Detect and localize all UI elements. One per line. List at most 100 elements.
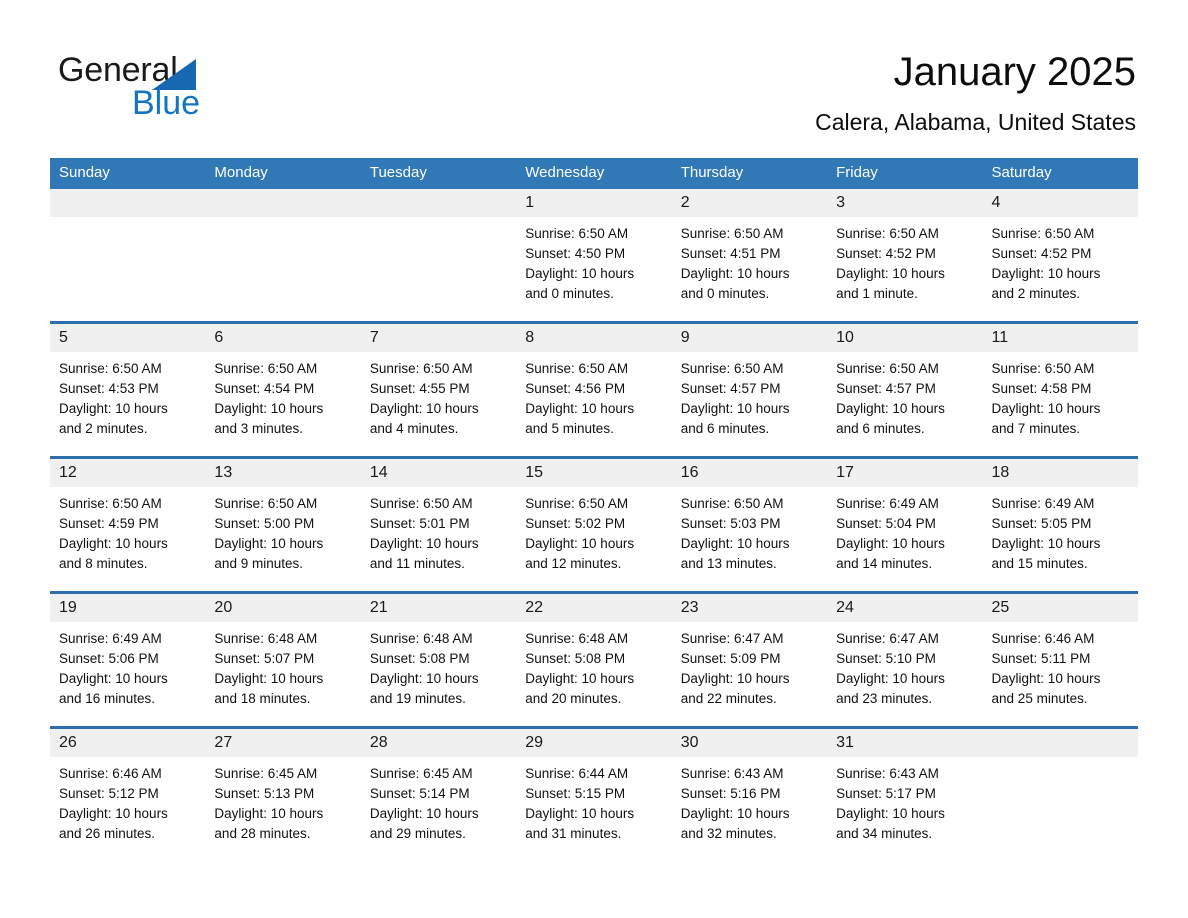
day-number: 10	[827, 324, 983, 352]
calendar-week-row: 26 Sunrise: 6:46 AM Sunset: 5:12 PM Dayligh…	[50, 726, 1138, 861]
day-cell-inner: 18 Sunrise: 6:49 AM Sunset: 5:05 PM Dayligh…	[982, 459, 1138, 591]
calendar-day-cell[interactable]: 12 Sunrise: 6:50 AM Sunset: 4:59 PM Dayligh…	[50, 456, 206, 593]
sunrise-text: Sunrise: 6:50 AM	[59, 496, 162, 511]
day-cell-details: Sunrise: 6:50 AM Sunset: 4:59 PM Daylight:…	[50, 487, 205, 574]
calendar-day-cell[interactable]: 19 Sunrise: 6:49 AM Sunset: 5:06 PM Dayligh…	[50, 591, 206, 728]
calendar-day-cell[interactable]: 1 Sunrise: 6:50 AM Sunset: 4:50 PM Daylight…	[516, 189, 672, 323]
calendar-day-cell[interactable]: 23 Sunrise: 6:47 AM Sunset: 5:09 PM Dayligh…	[671, 591, 828, 728]
calendar-day-cell-empty	[50, 189, 206, 323]
daylight-text-line1: Daylight: 10 hours	[369, 671, 479, 686]
sunrise-text: Sunrise: 6:46 AM	[991, 631, 1095, 646]
daylight-text-line2: and 1 minute.	[836, 286, 918, 301]
general-blue-logo: General Blue	[58, 50, 358, 122]
day-number: 29	[516, 729, 672, 757]
day-cell-inner	[360, 189, 517, 321]
sunrise-text: Sunrise: 6:49 AM	[59, 631, 162, 646]
daylight-text-line1: Daylight: 10 hours	[680, 806, 790, 821]
sunset-text: Sunset: 5:00 PM	[214, 516, 315, 531]
day-number: 19	[50, 594, 206, 622]
calendar-day-cell[interactable]: 29 Sunrise: 6:44 AM Sunset: 5:15 PM Dayligh…	[516, 726, 672, 861]
sunrise-text: Sunrise: 6:47 AM	[680, 631, 784, 646]
sunrise-text: Sunrise: 6:50 AM	[59, 361, 162, 376]
daylight-text-line2: and 3 minutes.	[214, 421, 303, 436]
calendar-day-cell[interactable]: 5 Sunrise: 6:50 AM Sunset: 4:53 PM Daylight…	[50, 321, 206, 458]
calendar-day-cell[interactable]: 11 Sunrise: 6:50 AM Sunset: 4:58 PM Dayligh…	[982, 321, 1138, 458]
daylight-text-line1: Daylight: 10 hours	[836, 806, 945, 821]
sunrise-text: Sunrise: 6:50 AM	[680, 361, 784, 376]
day-number: 17	[827, 459, 983, 487]
calendar-day-cell[interactable]: 27 Sunrise: 6:45 AM Sunset: 5:13 PM Dayligh…	[205, 726, 361, 861]
calendar-day-cell[interactable]: 17 Sunrise: 6:49 AM Sunset: 5:04 PM Dayligh…	[827, 456, 983, 593]
day-number: 5	[50, 324, 206, 352]
daylight-text-line2: and 9 minutes.	[214, 556, 303, 571]
sunrise-text: Sunrise: 6:50 AM	[214, 361, 318, 376]
day-cell-details: Sunrise: 6:46 AM Sunset: 5:11 PM Daylight:…	[983, 622, 1138, 709]
calendar-day-cell[interactable]: 22 Sunrise: 6:48 AM Sunset: 5:08 PM Dayligh…	[516, 591, 672, 728]
calendar-day-cell[interactable]: 4 Sunrise: 6:50 AM Sunset: 4:52 PM Daylight…	[982, 189, 1138, 323]
calendar-day-cell[interactable]: 21 Sunrise: 6:48 AM Sunset: 5:08 PM Dayligh…	[360, 591, 517, 728]
calendar-day-cell[interactable]: 26 Sunrise: 6:46 AM Sunset: 5:12 PM Dayligh…	[50, 726, 206, 861]
calendar-day-cell[interactable]: 15 Sunrise: 6:50 AM Sunset: 5:02 PM Dayligh…	[516, 456, 672, 593]
calendar-day-cell[interactable]: 30 Sunrise: 6:43 AM Sunset: 5:16 PM Dayligh…	[671, 726, 828, 861]
daylight-text-line1: Daylight: 10 hours	[59, 671, 168, 686]
daylight-text-line1: Daylight: 10 hours	[369, 401, 479, 416]
day-cell-details: Sunrise: 6:50 AM Sunset: 4:53 PM Daylight:…	[50, 352, 205, 439]
calendar-day-cell[interactable]: 13 Sunrise: 6:50 AM Sunset: 5:00 PM Dayligh…	[205, 456, 361, 593]
calendar-week-row: 12 Sunrise: 6:50 AM Sunset: 4:59 PM Dayligh…	[50, 456, 1138, 593]
calendar-week-row: 19 Sunrise: 6:49 AM Sunset: 5:06 PM Dayligh…	[50, 591, 1138, 728]
day-cell-details: Sunrise: 6:50 AM Sunset: 4:52 PM Daylight:…	[827, 217, 982, 304]
sunset-text: Sunset: 5:14 PM	[369, 786, 470, 801]
day-cell-inner	[50, 189, 206, 321]
sunset-text: Sunset: 4:53 PM	[59, 381, 159, 396]
sunrise-text: Sunrise: 6:47 AM	[836, 631, 939, 646]
day-cell-details	[983, 757, 1138, 764]
day-cell-details: Sunrise: 6:49 AM Sunset: 5:05 PM Daylight:…	[983, 487, 1138, 574]
day-cell-inner	[205, 189, 361, 321]
day-number: 14	[360, 459, 517, 487]
day-cell-inner: 9 Sunrise: 6:50 AM Sunset: 4:57 PM Daylight…	[671, 324, 828, 456]
calendar-day-cell[interactable]: 31 Sunrise: 6:43 AM Sunset: 5:17 PM Dayligh…	[827, 726, 983, 861]
daylight-text-line1: Daylight: 10 hours	[991, 536, 1101, 551]
calendar-day-cell[interactable]: 10 Sunrise: 6:50 AM Sunset: 4:57 PM Dayligh…	[827, 321, 983, 458]
daylight-text-line1: Daylight: 10 hours	[991, 266, 1101, 281]
calendar-day-cell[interactable]: 25 Sunrise: 6:46 AM Sunset: 5:11 PM Dayligh…	[982, 591, 1138, 728]
weekday-header-tuesday: Tuesday	[360, 158, 517, 189]
day-number: 13	[205, 459, 361, 487]
calendar-day-cell[interactable]: 8 Sunrise: 6:50 AM Sunset: 4:56 PM Daylight…	[516, 321, 672, 458]
weekday-header-saturday: Saturday	[982, 158, 1138, 189]
sunrise-text: Sunrise: 6:50 AM	[680, 496, 784, 511]
day-number: 24	[827, 594, 983, 622]
daylight-text-line2: and 6 minutes.	[836, 421, 925, 436]
day-cell-details: Sunrise: 6:50 AM Sunset: 5:03 PM Daylight:…	[672, 487, 827, 574]
day-number: 3	[827, 189, 983, 217]
calendar-day-cell[interactable]: 16 Sunrise: 6:50 AM Sunset: 5:03 PM Dayligh…	[671, 456, 828, 593]
location-subtitle: Calera, Alabama, United States	[815, 109, 1136, 135]
daylight-text-line1: Daylight: 10 hours	[59, 401, 168, 416]
day-cell-details: Sunrise: 6:47 AM Sunset: 5:10 PM Daylight:…	[827, 622, 982, 709]
sunrise-text: Sunrise: 6:50 AM	[525, 496, 629, 511]
calendar-day-cell[interactable]: 20 Sunrise: 6:48 AM Sunset: 5:07 PM Dayligh…	[205, 591, 361, 728]
calendar-day-cell[interactable]: 6 Sunrise: 6:50 AM Sunset: 4:54 PM Daylight…	[205, 321, 361, 458]
sunset-text: Sunset: 5:17 PM	[836, 786, 936, 801]
sunset-text: Sunset: 4:58 PM	[991, 381, 1092, 396]
day-cell-details: Sunrise: 6:45 AM Sunset: 5:14 PM Daylight:…	[361, 757, 516, 844]
daylight-text-line2: and 20 minutes.	[525, 691, 622, 706]
day-number: 12	[50, 459, 206, 487]
weekday-header-monday: Monday	[205, 158, 361, 189]
day-cell-inner: 24 Sunrise: 6:47 AM Sunset: 5:10 PM Dayligh…	[827, 594, 983, 726]
calendar-day-cell[interactable]: 18 Sunrise: 6:49 AM Sunset: 5:05 PM Dayligh…	[982, 456, 1138, 593]
day-cell-inner: 1 Sunrise: 6:50 AM Sunset: 4:50 PM Daylight…	[516, 189, 672, 321]
calendar-day-cell[interactable]: 24 Sunrise: 6:47 AM Sunset: 5:10 PM Dayligh…	[827, 591, 983, 728]
calendar-day-cell[interactable]: 7 Sunrise: 6:50 AM Sunset: 4:55 PM Daylight…	[360, 321, 517, 458]
weekday-header-wednesday: Wednesday	[516, 158, 672, 189]
calendar-day-cell[interactable]: 14 Sunrise: 6:50 AM Sunset: 5:01 PM Dayligh…	[360, 456, 517, 593]
sunrise-text: Sunrise: 6:50 AM	[214, 496, 318, 511]
day-cell-inner	[982, 729, 1138, 861]
calendar-day-cell[interactable]: 3 Sunrise: 6:50 AM Sunset: 4:52 PM Daylight…	[827, 189, 983, 323]
day-number: 22	[516, 594, 672, 622]
daylight-text-line2: and 34 minutes.	[836, 826, 933, 841]
calendar-day-cell[interactable]: 9 Sunrise: 6:50 AM Sunset: 4:57 PM Daylight…	[671, 321, 828, 458]
day-number: 9	[671, 324, 828, 352]
calendar-day-cell[interactable]: 2 Sunrise: 6:50 AM Sunset: 4:51 PM Daylight…	[671, 189, 828, 323]
calendar-day-cell[interactable]: 28 Sunrise: 6:45 AM Sunset: 5:14 PM Dayligh…	[360, 726, 517, 861]
